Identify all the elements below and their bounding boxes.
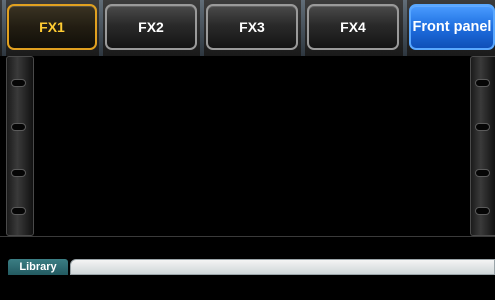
rack-screw-hole xyxy=(11,207,26,215)
tab-bar: FX1 FX2 FX3 FX4 Front panel xyxy=(0,0,495,56)
tab-fx3[interactable]: FX3 xyxy=(206,4,298,50)
tab-separator xyxy=(301,0,305,56)
fx-screen: FX1 FX2 FX3 FX4 Front panel Library xyxy=(0,0,495,300)
rack-screw-hole xyxy=(475,169,490,177)
rack-screw-hole xyxy=(475,207,490,215)
rack-rail-right xyxy=(470,56,495,236)
tab-front-panel[interactable]: Front panel xyxy=(409,4,495,50)
tab-separator xyxy=(403,0,407,56)
rack-bottom-divider xyxy=(0,236,495,237)
tab-fx2[interactable]: FX2 xyxy=(105,4,197,50)
rack-screw-hole xyxy=(11,123,26,131)
rack-screw-hole xyxy=(475,123,490,131)
tab-separator xyxy=(2,0,6,56)
library-bar: Library xyxy=(0,258,495,300)
library-tab[interactable]: Library xyxy=(8,259,68,275)
rack-screw-hole xyxy=(11,169,26,177)
rack-screw-hole xyxy=(11,79,26,87)
rack-rail-left xyxy=(6,56,34,236)
tab-separator xyxy=(99,0,103,56)
fx-rack-area xyxy=(0,56,495,238)
tab-fx1[interactable]: FX1 xyxy=(7,4,97,50)
rack-bay-empty xyxy=(34,56,470,236)
tab-fx4[interactable]: FX4 xyxy=(307,4,399,50)
tab-separator xyxy=(200,0,204,56)
rack-screw-hole xyxy=(475,79,490,87)
library-field[interactable] xyxy=(70,259,495,275)
